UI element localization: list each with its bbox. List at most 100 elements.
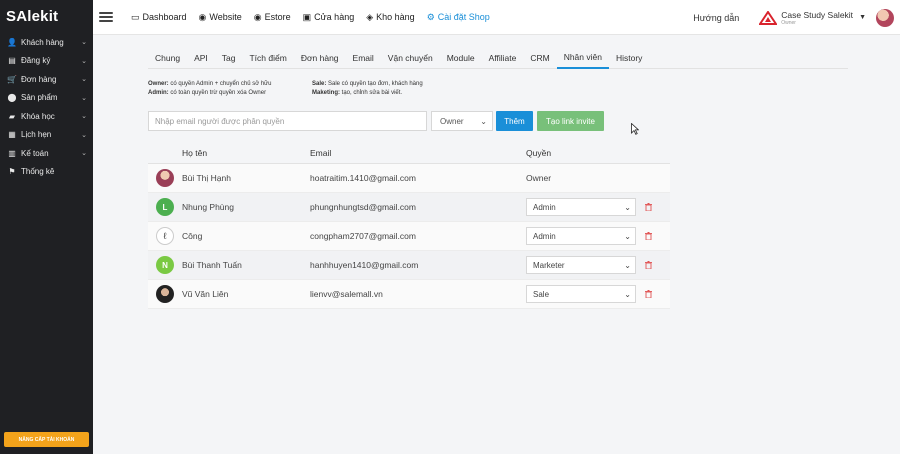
tab-5[interactable]: Email (346, 53, 381, 68)
sidebar: SAlekit 👤 Khách hàng ⌄ ▤ Đăng ký ⌄ 🛒 Đơn hàng ⌄ ⬤… (0, 0, 93, 454)
avatar: N (156, 256, 174, 274)
delete-staff-icon[interactable] (645, 261, 652, 269)
app-logo[interactable]: SAlekit (0, 0, 93, 33)
staff-name: Bùi Thị Hạnh (182, 173, 231, 183)
account-role: Owner (781, 19, 796, 26)
tab-11[interactable]: History (609, 53, 649, 68)
tab-7[interactable]: Module (440, 53, 482, 68)
sidebar-item-flag[interactable]: ⚑ Thống kê (0, 163, 93, 182)
staff-table: Họ tên Email Quyền Bùi Thị Hạnh hoatraiti… (148, 143, 670, 309)
staff-email: phungnhungtsd@gmail.com (310, 202, 416, 212)
header-role: Quyền (526, 148, 552, 158)
chevron-down-icon: ⌄ (81, 94, 87, 102)
add-staff-button[interactable]: Thêm (496, 111, 533, 131)
user-avatar[interactable] (876, 8, 894, 27)
estore-icon: ◉ (253, 11, 262, 22)
header-name: Họ tên (182, 148, 208, 158)
gear-icon: ⚙ (426, 11, 435, 22)
sidebar-item-label: Kế toán (21, 148, 49, 158)
topnav-label: Estore (264, 12, 291, 22)
sidebar-item-cart[interactable]: 🛒 Đơn hàng ⌄ (0, 70, 93, 89)
topbar-right: Hướng dẫn Case Study Salekit Owner ▼ (693, 0, 900, 35)
sidebar-item-product[interactable]: ⬤ Sản phẩm ⌄ (0, 89, 93, 108)
top-navigation: ▭ Dashboard ◉ Website ◉ Estore ▣ Cửa hàng ◈ Kho h… (131, 12, 502, 23)
permission-owner: Owner: có quyền Admin + chuyển chủ sở hữ… (148, 81, 272, 87)
menu-toggle-icon[interactable] (99, 12, 113, 22)
role-value: Admin (533, 202, 556, 212)
topnav-monitor[interactable]: ▭ Dashboard (131, 12, 187, 23)
cubes-icon: ◈ (366, 11, 374, 22)
chevron-down-icon: ⌄ (624, 202, 631, 212)
staff-name: Công (182, 231, 203, 241)
role-select[interactable]: Marketer ⌄ (526, 256, 636, 274)
tab-0[interactable]: Chung (148, 53, 187, 68)
role-value: Owner (526, 173, 552, 183)
account-caret-icon[interactable]: ▼ (859, 14, 866, 21)
help-link[interactable]: Hướng dẫn (693, 13, 739, 23)
tab-10[interactable]: Nhân viên (556, 52, 609, 69)
topnav-label: Cài đặt Shop (437, 12, 490, 22)
topbar: ▭ Dashboard ◉ Website ◉ Estore ▣ Cửa hàng ◈ Kho h… (93, 0, 900, 35)
sidebar-item-user[interactable]: 👤 Khách hàng ⌄ (0, 33, 93, 52)
role-select[interactable]: Admin ⌄ (526, 227, 636, 245)
create-invite-link-button[interactable]: Tạo link invite (537, 111, 604, 131)
tab-2[interactable]: Tag (215, 53, 243, 68)
avatar (156, 285, 174, 303)
staff-email: lienvv@salemall.vn (310, 289, 383, 299)
topnav-label: Kho hàng (376, 12, 415, 22)
role-select[interactable]: Sale ⌄ (526, 285, 636, 303)
sidebar-item-label: Khách hàng (21, 37, 64, 47)
role-value: Marketer (533, 260, 565, 270)
permission-sale: Sale: Sale có quyền tạo đơn, khách hàng (312, 81, 423, 87)
sidebar-item-label: Lịch hẹn (21, 130, 52, 140)
sidebar-item-label: Đăng ký (21, 56, 51, 66)
table-header: Họ tên Email Quyền (148, 143, 670, 164)
delete-staff-icon[interactable] (645, 290, 652, 298)
tab-3[interactable]: Tích điểm (242, 53, 293, 68)
header-email: Email (310, 148, 332, 158)
tab-6[interactable]: Vận chuyển (381, 53, 440, 68)
topnav-label: Website (209, 12, 242, 22)
topnav-cubes[interactable]: ◈ Kho hàng (366, 12, 414, 23)
topnav-gear[interactable]: ⚙ Cài đặt Shop (427, 12, 490, 23)
delete-staff-icon[interactable] (645, 232, 652, 240)
avatar: ℓ (156, 227, 174, 245)
flag-icon: ⚑ (8, 167, 16, 177)
sidebar-item-book[interactable]: ▰ Khóa học ⌄ (0, 107, 93, 126)
main-content: Chung API Tag Tích điểm Đơn hàng Email Vận chu… (93, 35, 900, 454)
delete-staff-icon[interactable] (645, 203, 652, 211)
tab-8[interactable]: Affiliate (482, 53, 524, 68)
sidebar-item-accounting[interactable]: ▥ Kế toán ⌄ (0, 144, 93, 163)
tab-1[interactable]: API (187, 53, 215, 68)
topnav-globe[interactable]: ◉ Website (199, 12, 242, 23)
book-icon: ▰ (8, 111, 16, 121)
chevron-down-icon: ⌄ (81, 57, 87, 65)
sidebar-item-calendar[interactable]: ▦ Lịch hẹn ⌄ (0, 126, 93, 145)
invite-role-select[interactable]: Owner ⌄ (431, 111, 493, 131)
upgrade-button[interactable]: NÂNG CẤP TÀI KHOẢN (4, 432, 89, 447)
account-info[interactable]: Case Study Salekit Owner (781, 10, 853, 26)
invite-row: Owner ⌄ Thêm Tạo link invite (148, 111, 604, 131)
role-select[interactable]: Admin ⌄ (526, 198, 636, 216)
mouse-cursor-icon (631, 123, 639, 135)
chevron-down-icon: ⌄ (81, 76, 87, 84)
avatar: L (156, 198, 174, 216)
topnav-label: Dashboard (142, 12, 187, 22)
chevron-down-icon: ⌄ (81, 131, 87, 139)
chevron-down-icon: ⌄ (624, 260, 631, 270)
topnav-store[interactable]: ▣ Cửa hàng (303, 12, 355, 23)
role-value: Sale (533, 289, 550, 299)
permission-marketing: Maketing: tạo, chỉnh sửa bài viết. (312, 89, 403, 96)
account-name: Case Study Salekit (781, 9, 854, 20)
topnav-estore[interactable]: ◉ Estore (254, 12, 291, 23)
cart-icon: 🛒 (7, 74, 17, 84)
topnav-label: Cửa hàng (314, 12, 355, 22)
invite-email-input[interactable] (148, 111, 427, 131)
avatar (156, 169, 174, 187)
store-icon: ▣ (302, 11, 312, 22)
tab-4[interactable]: Đơn hàng (294, 53, 346, 68)
sidebar-item-form[interactable]: ▤ Đăng ký ⌄ (0, 52, 93, 71)
settings-tabs: Chung API Tag Tích điểm Đơn hàng Email Vận chu… (148, 48, 848, 69)
tab-9[interactable]: CRM (523, 53, 556, 68)
sidebar-item-label: Đơn hàng (21, 74, 57, 84)
